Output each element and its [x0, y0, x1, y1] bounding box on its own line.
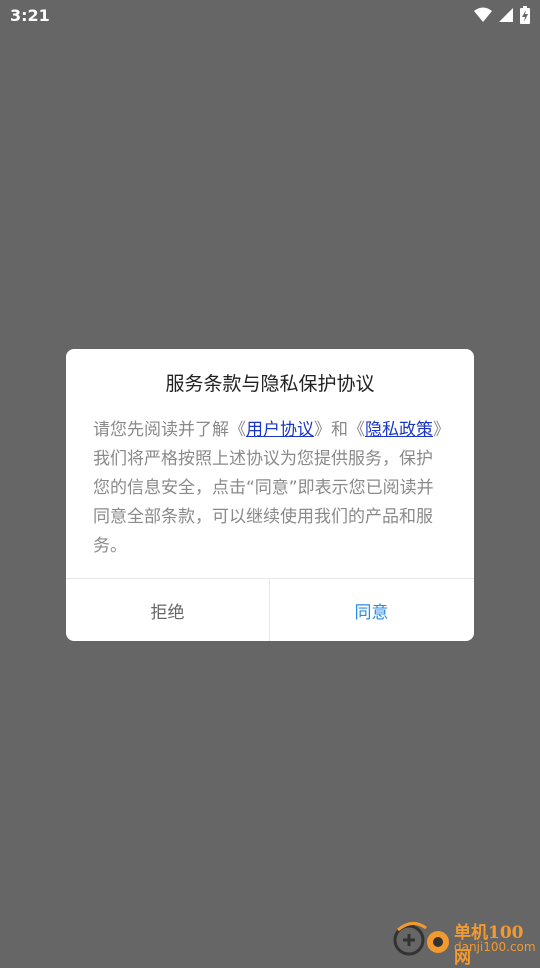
watermark-site-url: danji100.com	[454, 940, 536, 954]
privacy-policy-link[interactable]: 隐私政策	[365, 420, 433, 440]
status-time: 3:21	[10, 6, 50, 25]
watermark-logo-icon	[393, 922, 449, 956]
privacy-dialog: 服务条款与隐私保护协议 请您先阅读并了解《用户协议》和《隐私政策》我们将严格按照…	[66, 349, 474, 641]
dialog-title: 服务条款与隐私保护协议	[165, 373, 375, 395]
signal-icon	[499, 8, 513, 22]
wifi-icon	[474, 7, 492, 22]
body-text-2: 》和《	[314, 420, 365, 440]
body-text-1: 请您先阅读并了解《	[93, 420, 246, 440]
dialog-body: 请您先阅读并了解《用户协议》和《隐私政策》我们将严格按照上述协议为您提供服务，保…	[93, 416, 449, 561]
watermark: 单机100网 danji100.com	[392, 914, 537, 968]
battery-charging-icon	[520, 6, 530, 24]
agree-button[interactable]: 同意	[270, 579, 473, 641]
status-bar: 3:21	[0, 0, 540, 32]
body-text-3: 》我们将严格按照上述协议为您提供服务，保护您的信息安全，点击“同意”即表示您已阅…	[93, 420, 442, 556]
user-agreement-link[interactable]: 用户协议	[246, 420, 314, 440]
status-icons	[474, 6, 530, 24]
reject-button[interactable]: 拒绝	[66, 579, 269, 641]
